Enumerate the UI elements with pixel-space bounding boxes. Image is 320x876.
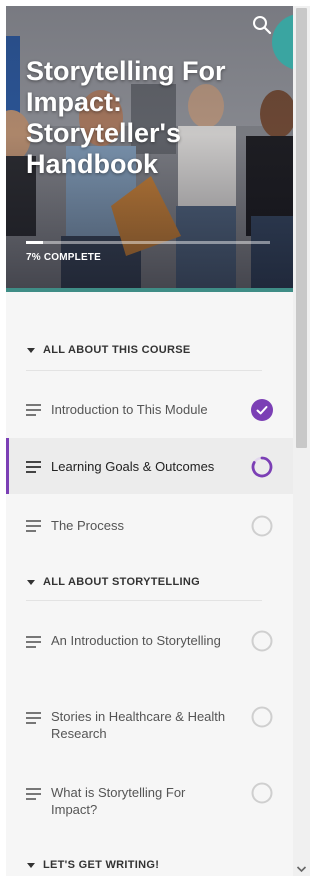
- search-icon[interactable]: [251, 14, 273, 36]
- lesson-item-an-introduction-to-storytelling[interactable]: An Introduction to Storytelling: [6, 612, 293, 676]
- lesson-title: Introduction to This Module: [51, 402, 208, 417]
- section-label: ALL ABOUT STORYTELLING: [43, 576, 200, 588]
- course-progress-label: 7% COMPLETE: [26, 252, 101, 263]
- lesson-title: An Introduction to Storytelling: [51, 633, 221, 648]
- scrollbar[interactable]: [293, 6, 310, 876]
- lesson-item-introduction-to-this-module[interactable]: Introduction to This Module: [6, 384, 293, 436]
- course-progress-bar: [26, 241, 270, 244]
- lesson-item-what-is-storytelling-for-impact[interactable]: What is Storytelling For Impact?: [6, 764, 293, 830]
- text-lines-icon: [26, 461, 41, 473]
- course-progress-fill: [26, 241, 44, 244]
- course-title: Storytelling For Impact: Storyteller's H…: [26, 56, 226, 179]
- lesson-title: The Process: [51, 518, 124, 533]
- caret-down-icon: [27, 579, 35, 585]
- empty-circle-icon: [251, 515, 273, 537]
- lesson-title: Stories in Healthcare & Health Research: [51, 709, 226, 741]
- section-header-all-about-this-course[interactable]: ALL ABOUT THIS COURSE: [26, 340, 266, 360]
- course-sidebar-window: Storytelling For Impact: Storyteller's H…: [0, 0, 310, 876]
- section-divider: [26, 600, 262, 601]
- caret-down-icon: [27, 347, 35, 353]
- chevron-down-icon[interactable]: [293, 862, 310, 876]
- progress-ring-icon: [251, 456, 273, 478]
- caret-down-icon: [27, 862, 35, 868]
- empty-circle-icon: [251, 706, 273, 728]
- empty-circle-icon: [251, 782, 273, 804]
- text-lines-icon: [26, 520, 41, 532]
- lesson-title: Learning Goals & Outcomes: [51, 459, 215, 474]
- lesson-title: What is Storytelling For Impact?: [51, 785, 186, 817]
- section-label: ALL ABOUT THIS COURSE: [43, 344, 191, 356]
- section-header-all-about-storytelling[interactable]: ALL ABOUT STORYTELLING: [26, 572, 266, 592]
- text-lines-icon: [26, 636, 41, 648]
- text-lines-icon: [26, 404, 41, 416]
- course-outline-panel: Storytelling For Impact: Storyteller's H…: [6, 6, 293, 876]
- lesson-item-learning-goals-and-outcomes[interactable]: Learning Goals & Outcomes: [6, 438, 293, 494]
- lesson-item-stories-in-healthcare-and-health-research[interactable]: Stories in Healthcare & Health Research: [6, 688, 293, 754]
- section-label: LET'S GET WRITING!: [43, 859, 160, 871]
- section-header-lets-get-writing[interactable]: LET'S GET WRITING!: [26, 855, 266, 875]
- course-hero: Storytelling For Impact: Storyteller's H…: [6, 6, 293, 292]
- hero-bottom-band: [6, 288, 293, 292]
- text-lines-icon: [26, 788, 41, 800]
- scrollbar-thumb[interactable]: [296, 8, 307, 448]
- check-circle-icon: [251, 399, 273, 421]
- empty-circle-icon: [251, 630, 273, 652]
- lesson-item-the-process[interactable]: The Process: [6, 498, 293, 548]
- text-lines-icon: [26, 712, 41, 724]
- section-divider: [26, 370, 262, 371]
